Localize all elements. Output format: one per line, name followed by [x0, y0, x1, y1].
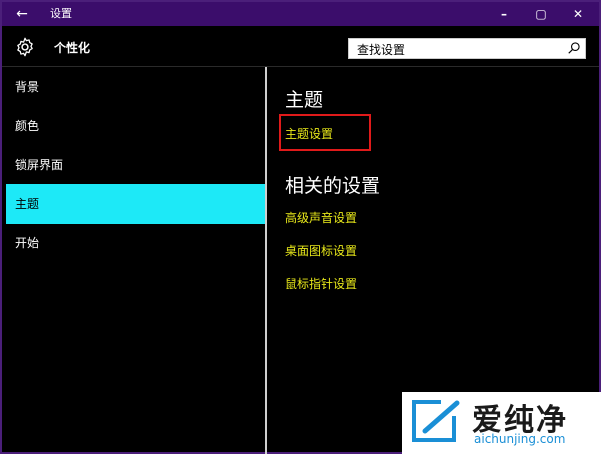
settings-window: ← 设置 – ▢ ✕ 个性化 查找设置 背景 颜色 锁屏界面 主题 开始 主题 …	[0, 0, 601, 454]
sidebar-item-start[interactable]: 开始	[6, 223, 265, 263]
window-title: 设置	[50, 7, 72, 20]
minimize-button[interactable]: –	[486, 2, 522, 26]
watermark-logo-icon	[412, 398, 463, 442]
title-bar: ← 设置 – ▢ ✕	[2, 2, 599, 26]
section-title-related: 相关的设置	[285, 175, 381, 197]
sidebar-item-lock-screen[interactable]: 锁屏界面	[6, 145, 265, 185]
back-button[interactable]: ←	[10, 4, 34, 24]
sidebar-item-themes[interactable]: 主题	[6, 184, 265, 224]
close-button[interactable]: ✕	[560, 2, 596, 26]
section-title-themes: 主题	[285, 89, 324, 111]
sidebar: 背景 颜色 锁屏界面 主题 开始	[2, 67, 265, 454]
page-header: 个性化 查找设置	[2, 26, 599, 66]
mouse-pointer-settings-link[interactable]: 鼠标指针设置	[285, 275, 357, 292]
search-input-text: 查找设置	[357, 43, 406, 57]
maximize-button[interactable]: ▢	[523, 2, 559, 26]
watermark: 爱纯净 aichunjing.com	[402, 392, 601, 454]
search-input[interactable]: 查找设置	[348, 38, 586, 59]
search-icon[interactable]	[567, 41, 581, 55]
theme-settings-link[interactable]: 主题设置	[285, 125, 333, 142]
sidebar-item-colors[interactable]: 颜色	[6, 106, 265, 146]
page-title: 个性化	[54, 41, 91, 55]
sidebar-item-background[interactable]: 背景	[6, 67, 265, 107]
advanced-sound-settings-link[interactable]: 高级声音设置	[285, 209, 357, 226]
watermark-url: aichunjing.com	[474, 432, 566, 446]
gear-icon	[17, 37, 33, 57]
desktop-icon-settings-link[interactable]: 桌面图标设置	[285, 242, 357, 259]
